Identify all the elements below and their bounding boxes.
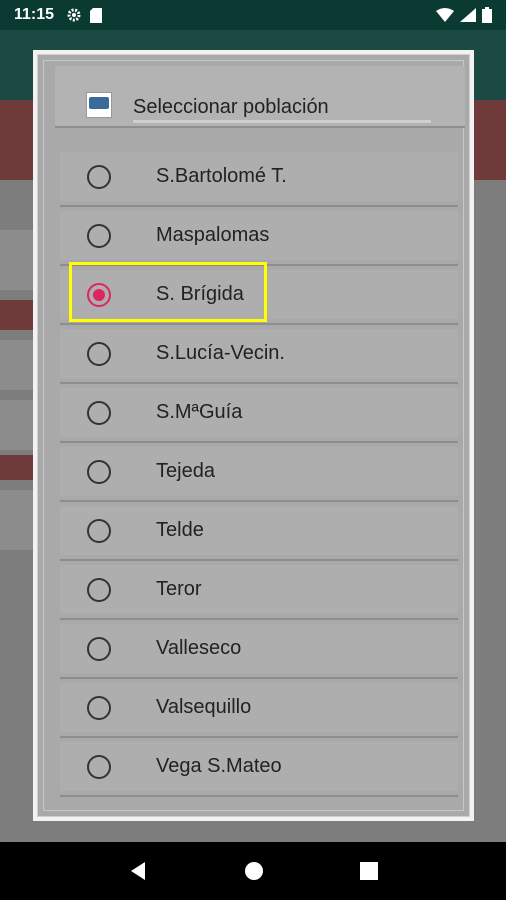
radio-button-selected[interactable]	[87, 282, 111, 307]
list-item[interactable]: Valleseco	[60, 620, 458, 679]
radio-button[interactable]	[87, 518, 111, 543]
radio-button[interactable]	[87, 223, 111, 248]
list-item[interactable]: Valsequillo	[60, 679, 458, 738]
option-label: Valsequillo	[156, 696, 252, 718]
town-list: S.Bartolomé T. Maspalomas S. Brígida S.L…	[60, 148, 458, 797]
option-label: Teror	[156, 578, 202, 600]
radio-button[interactable]	[87, 754, 111, 779]
option-label: S.Bartolomé T.	[156, 165, 287, 187]
radio-button[interactable]	[87, 459, 111, 484]
list-item[interactable]: S.Lucía-Vecin.	[60, 325, 458, 384]
radio-button[interactable]	[87, 341, 111, 366]
recents-icon[interactable]	[359, 861, 379, 881]
option-label: S. Brígida	[156, 283, 244, 305]
list-item[interactable]: Maspalomas	[60, 207, 458, 266]
option-label: Telde	[156, 519, 204, 541]
background-panel	[470, 100, 506, 180]
option-label: S.Lucía-Vecin.	[156, 342, 285, 364]
list-item[interactable]: Teror	[60, 561, 458, 620]
status-bar: 11:15	[0, 0, 506, 30]
list-item[interactable]: Vega S.Mateo	[60, 738, 458, 797]
status-time: 11:15	[14, 6, 55, 23]
option-label: Tejeda	[156, 460, 215, 482]
radio-button[interactable]	[87, 577, 111, 602]
dialog-title: Seleccionar población	[133, 96, 329, 118]
radio-button[interactable]	[87, 164, 111, 189]
radio-button[interactable]	[87, 400, 111, 425]
gear-icon	[67, 8, 81, 22]
list-item[interactable]: Tejeda	[60, 443, 458, 502]
battery-icon	[482, 7, 492, 23]
list-item[interactable]: S. Brígida	[60, 266, 458, 325]
bus-icon	[86, 92, 112, 118]
wifi-icon	[436, 8, 454, 22]
option-label: Valleseco	[156, 637, 242, 659]
option-label: S.MªGuía	[156, 401, 243, 423]
home-icon[interactable]	[243, 860, 265, 882]
option-label: Maspalomas	[156, 224, 270, 246]
signal-icon	[460, 8, 476, 22]
radio-button[interactable]	[87, 636, 111, 661]
sd-card-icon	[90, 7, 103, 23]
title-underline	[133, 120, 431, 123]
list-item[interactable]: Telde	[60, 502, 458, 561]
list-item[interactable]: S.MªGuía	[60, 384, 458, 443]
list-item[interactable]: S.Bartolomé T.	[60, 148, 458, 207]
radio-button[interactable]	[87, 695, 111, 720]
back-icon[interactable]	[127, 860, 149, 882]
navigation-bar	[0, 842, 506, 900]
option-label: Vega S.Mateo	[156, 755, 282, 777]
